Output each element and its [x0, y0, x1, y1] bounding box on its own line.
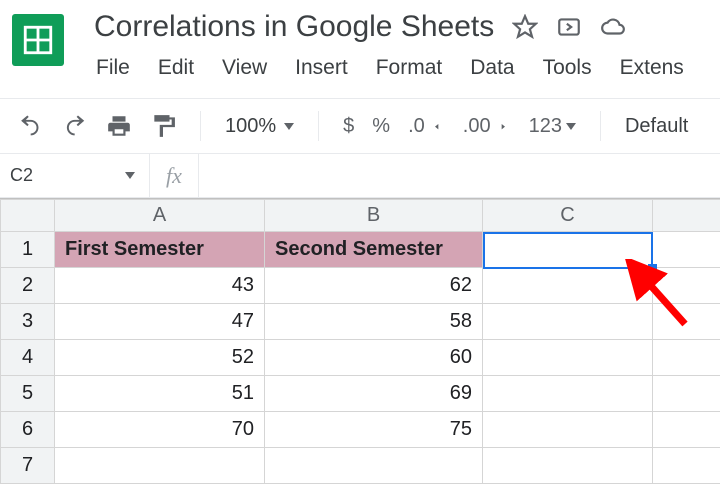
column-header-b[interactable]: B [265, 200, 483, 232]
menu-data[interactable]: Data [470, 56, 514, 80]
cell-d6[interactable] [653, 412, 720, 448]
menu-insert[interactable]: Insert [295, 56, 348, 80]
chevron-down-icon [125, 172, 135, 179]
toolbar-separator [600, 111, 601, 141]
row-header[interactable]: 3 [1, 304, 55, 340]
move-icon[interactable] [556, 14, 582, 40]
cell-b6[interactable]: 75 [265, 412, 483, 448]
toolbar-separator [200, 111, 201, 141]
row-header[interactable]: 5 [1, 376, 55, 412]
fx-icon: fx [150, 154, 199, 197]
increase-decimal-button[interactable]: .00 [463, 115, 511, 138]
cell-a7[interactable] [55, 448, 265, 484]
menu-format[interactable]: Format [376, 56, 443, 80]
menu-file[interactable]: File [96, 56, 130, 80]
column-header-a[interactable]: A [55, 200, 265, 232]
cell-b7[interactable] [265, 448, 483, 484]
toolbar: 100% $ % .0 .00 123 Default [0, 98, 720, 154]
undo-icon[interactable] [18, 113, 44, 139]
cell-c7[interactable] [483, 448, 653, 484]
title-bar: Correlations in Google Sheets File Edit … [0, 0, 720, 80]
chevron-down-icon [284, 123, 294, 130]
formula-input[interactable] [199, 154, 720, 197]
cell-d5[interactable] [653, 376, 720, 412]
cell-c4[interactable] [483, 340, 653, 376]
star-icon[interactable] [512, 14, 538, 40]
cell-c1[interactable] [483, 232, 653, 268]
zoom-dropdown[interactable]: 100% [225, 115, 294, 138]
cell-a2[interactable]: 43 [55, 268, 265, 304]
document-title[interactable]: Correlations in Google Sheets [94, 8, 494, 46]
cell-b4[interactable]: 60 [265, 340, 483, 376]
cell-c5[interactable] [483, 376, 653, 412]
row-header[interactable]: 4 [1, 340, 55, 376]
cell-b1[interactable]: Second Semester [265, 232, 483, 268]
cell-a1[interactable]: First Semester [55, 232, 265, 268]
redo-icon[interactable] [62, 113, 88, 139]
row-header[interactable]: 7 [1, 448, 55, 484]
formula-bar: C2 fx [0, 154, 720, 198]
format-percent-button[interactable]: % [372, 115, 390, 138]
cell-a3[interactable]: 47 [55, 304, 265, 340]
cell-d4[interactable] [653, 340, 720, 376]
cell-c6[interactable] [483, 412, 653, 448]
cell-c2[interactable] [483, 268, 653, 304]
cell-b2[interactable]: 62 [265, 268, 483, 304]
zoom-value: 100% [225, 115, 276, 138]
cell-b3[interactable]: 58 [265, 304, 483, 340]
cell-b5[interactable]: 69 [265, 376, 483, 412]
row-header[interactable]: 6 [1, 412, 55, 448]
menu-view[interactable]: View [222, 56, 267, 80]
chevron-down-icon [566, 123, 576, 130]
sheets-logo-icon[interactable] [12, 14, 64, 66]
menu-edit[interactable]: Edit [158, 56, 194, 80]
spreadsheet-grid[interactable]: A B C 1 First Semester Second Semester 2… [0, 198, 720, 484]
cloud-status-icon[interactable] [600, 14, 626, 40]
sheets-grid-icon [21, 23, 55, 57]
name-box-value: C2 [10, 165, 33, 186]
print-icon[interactable] [106, 113, 132, 139]
decrease-decimal-button[interactable]: .0 [408, 115, 445, 138]
cell-c3[interactable] [483, 304, 653, 340]
menu-bar: File Edit View Insert Format Data Tools … [94, 56, 684, 80]
cell-d3[interactable] [653, 304, 720, 340]
cell-d2[interactable] [653, 268, 720, 304]
name-box[interactable]: C2 [0, 154, 150, 197]
font-dropdown[interactable]: Default [625, 115, 688, 138]
column-header-c[interactable]: C [483, 200, 653, 232]
cell-a4[interactable]: 52 [55, 340, 265, 376]
cell-a5[interactable]: 51 [55, 376, 265, 412]
cell-d1[interactable] [653, 232, 720, 268]
select-all-corner[interactable] [1, 200, 55, 232]
cell-d7[interactable] [653, 448, 720, 484]
row-header[interactable]: 1 [1, 232, 55, 268]
menu-extensions[interactable]: Extens [620, 56, 684, 80]
cell-a6[interactable]: 70 [55, 412, 265, 448]
paint-format-icon[interactable] [150, 113, 176, 139]
column-header-d[interactable] [653, 200, 720, 232]
number-format-dropdown[interactable]: 123 [529, 115, 576, 138]
menu-tools[interactable]: Tools [543, 56, 592, 80]
toolbar-separator [318, 111, 319, 141]
row-header[interactable]: 2 [1, 268, 55, 304]
format-currency-button[interactable]: $ [343, 115, 354, 138]
